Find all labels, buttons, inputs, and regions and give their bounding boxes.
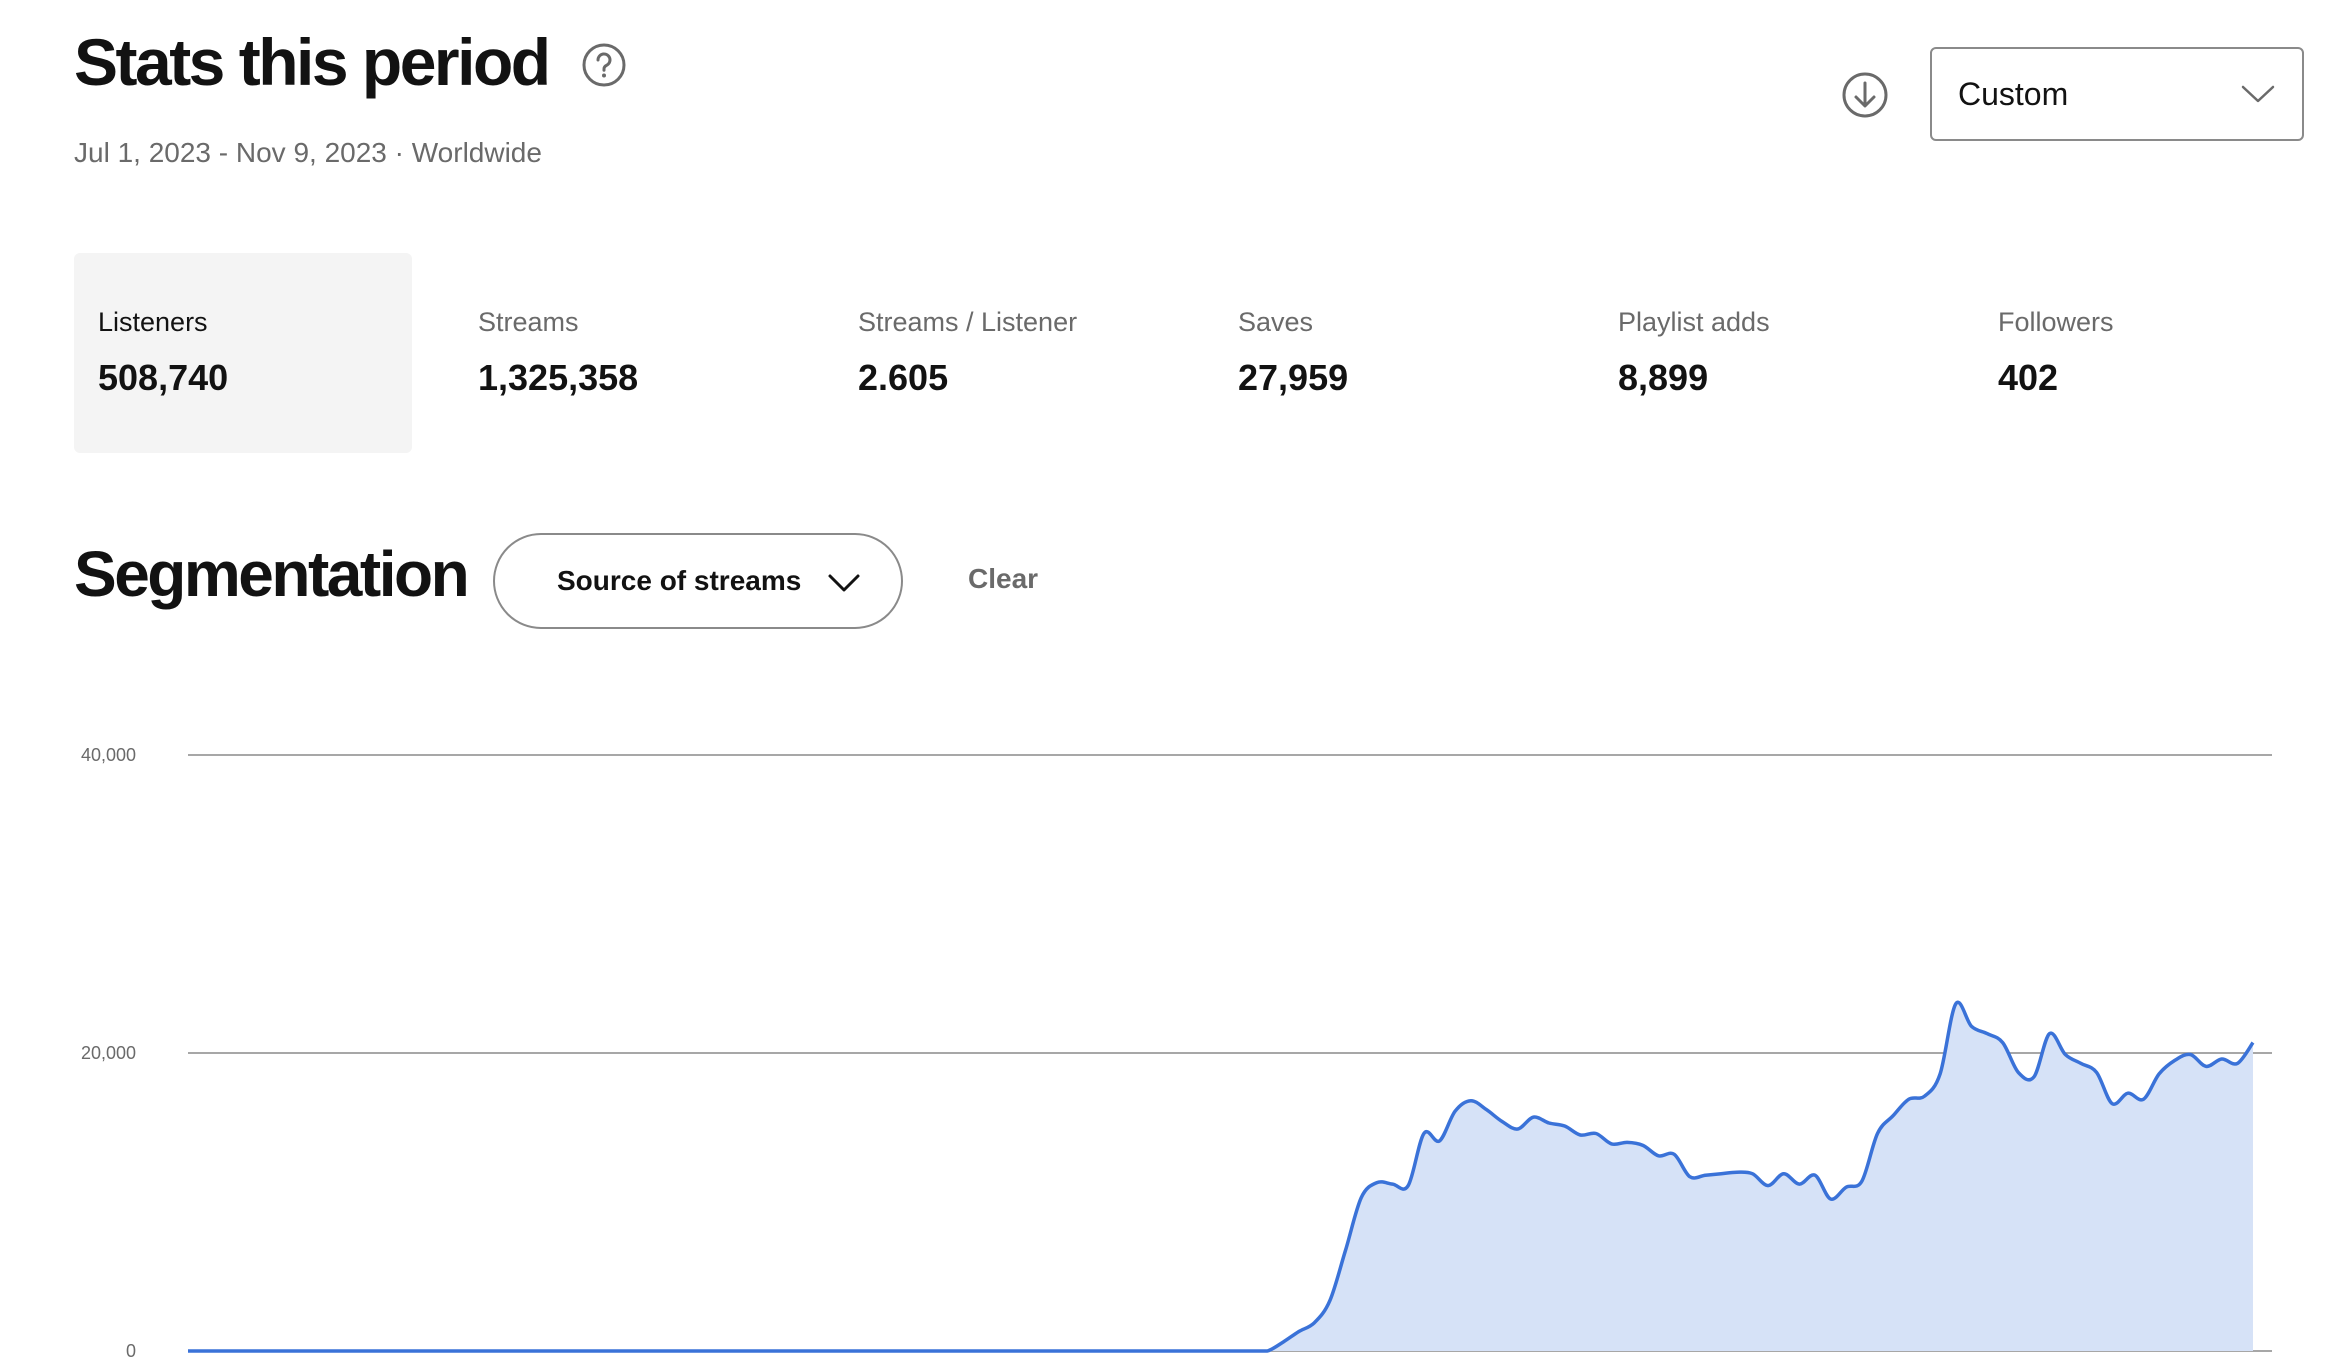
chart-series	[187, 1000, 2255, 1353]
download-icon[interactable]	[1840, 70, 1890, 120]
metric-value: 402	[1998, 357, 2059, 398]
stats-page: Stats this period Jul 1, 2023 - Nov 9, 2…	[0, 0, 2328, 1366]
listeners-area-chart: 40,000 20,000 0	[81, 745, 2272, 1361]
metric-label: Playlist adds	[1618, 307, 1770, 337]
clear-button[interactable]: Clear	[968, 563, 1038, 595]
metric-tab-followers[interactable]: Followers 402	[1974, 253, 2312, 453]
chevron-down-icon	[828, 574, 860, 592]
page-title: Stats this period	[74, 25, 551, 99]
segmentation-select-value: Source of streams	[557, 565, 802, 596]
title-row: Stats this period	[74, 24, 627, 100]
metric-label: Streams / Listener	[858, 307, 1078, 337]
metric-tab-listeners[interactable]: Listeners 508,740	[74, 253, 412, 453]
metric-tab-streams-per-listener[interactable]: Streams / Listener 2.605	[834, 253, 1172, 453]
segmentation-title: Segmentation	[74, 538, 470, 610]
y-tick-label: 20,000	[81, 1043, 136, 1063]
period-subtitle: Jul 1, 2023 - Nov 9, 2023 · Worldwide	[74, 137, 542, 168]
metric-label: Saves	[1238, 307, 1314, 337]
metric-value: 2.605	[858, 357, 949, 398]
metric-label: Listeners	[98, 307, 208, 337]
metric-value: 8,899	[1618, 357, 1709, 398]
y-tick-label: 0	[126, 1341, 136, 1361]
y-tick-label: 40,000	[81, 745, 136, 765]
help-icon[interactable]	[581, 42, 627, 88]
metric-label: Streams	[478, 307, 579, 337]
metric-label: Followers	[1998, 307, 2114, 337]
metric-tab-saves[interactable]: Saves 27,959	[1214, 253, 1552, 453]
period-select[interactable]: Custom	[1930, 47, 2304, 141]
period-select-value: Custom	[1958, 75, 2069, 112]
metric-value: 1,325,358	[478, 357, 639, 398]
metric-tab-streams[interactable]: Streams 1,325,358	[454, 253, 792, 453]
metric-tab-playlist-adds[interactable]: Playlist adds 8,899	[1594, 253, 1932, 453]
metric-value: 27,959	[1238, 357, 1349, 398]
metric-value: 508,740	[98, 357, 229, 398]
segmentation-select[interactable]: Source of streams	[493, 533, 903, 629]
chevron-down-icon	[2241, 85, 2275, 103]
